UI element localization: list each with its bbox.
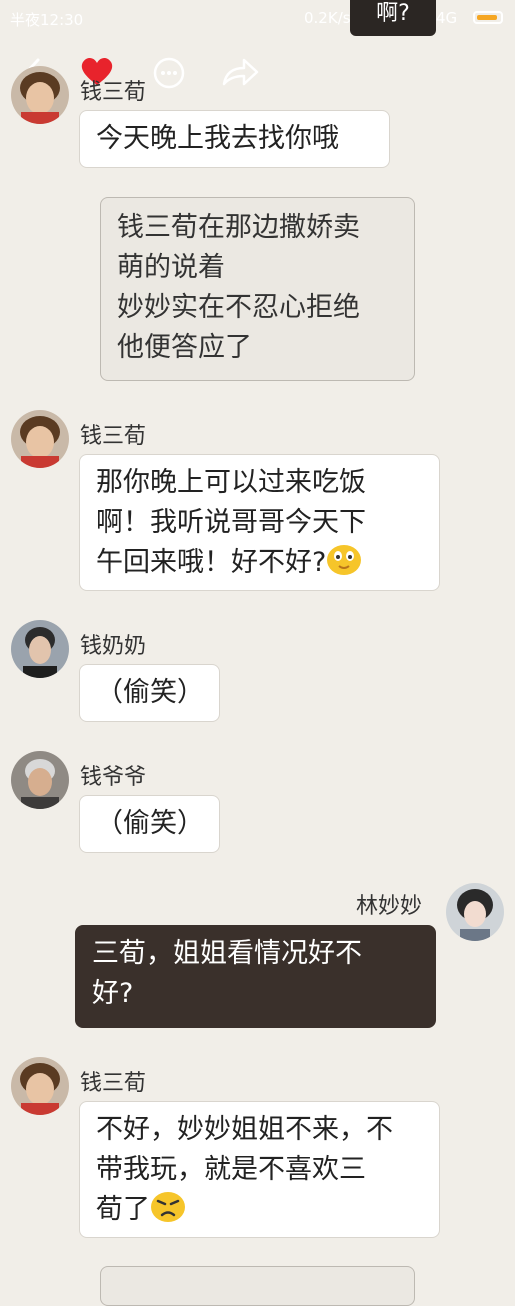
share-icon[interactable]: [220, 56, 260, 90]
message-line: 不好，妙妙姐姐不来，不: [96, 1114, 393, 1145]
message-bubble[interactable]: 今天晚上我去找你哦: [79, 110, 390, 168]
avatar[interactable]: [11, 1057, 69, 1115]
status-bar: 半夜12:30 0.2K/s 4G: [0, 0, 515, 36]
sad-emoji-icon: [151, 1192, 185, 1222]
message-line: 荀了: [96, 1194, 150, 1225]
message-line: 三荀，姐姐看情况好不: [92, 938, 362, 969]
message-text: （偷笑）: [96, 808, 204, 839]
more-icon[interactable]: [152, 56, 186, 90]
narration-line: 他便答应了: [117, 332, 252, 363]
narration-line: 钱三荀在那边撒娇卖: [117, 212, 360, 243]
message-line: 带我玩，就是不喜欢三: [96, 1154, 366, 1185]
message-text: 今天晚上我去找你哦: [96, 123, 339, 154]
message-line: 午回来哦！好不好?: [96, 547, 327, 578]
tooltip: 啊?: [350, 0, 436, 36]
speaker-name: 钱奶奶: [80, 634, 147, 659]
avatar[interactable]: [11, 751, 69, 809]
message-bubble[interactable]: 三荀，姐姐看情况好不 好?: [75, 925, 436, 1028]
speaker-name: 钱爷爷: [80, 765, 147, 790]
message-line: 那你晚上可以过来吃饭: [96, 467, 366, 498]
speaker-name: 钱三荀: [80, 424, 147, 449]
avatar[interactable]: [11, 410, 69, 468]
speaker-name: 钱三荀: [80, 80, 147, 105]
message-bubble[interactable]: 那你晚上可以过来吃饭 啊！我听说哥哥今天下 午回来哦！好不好?: [79, 454, 440, 591]
narration-line: 萌的说着: [117, 252, 225, 283]
battery-icon: [473, 11, 503, 24]
message-bubble[interactable]: 不好，妙妙姐姐不来，不 带我玩，就是不喜欢三 荀了: [79, 1101, 440, 1238]
network-speed: 0.2K/s: [304, 9, 351, 27]
status-time: 半夜12:30: [10, 11, 84, 29]
avatar[interactable]: [11, 620, 69, 678]
message-text: （偷笑）: [96, 677, 204, 708]
avatar[interactable]: [11, 66, 69, 124]
narration-line: 妙妙实在不忍心拒绝: [117, 292, 360, 323]
avatar[interactable]: [446, 883, 504, 941]
narration-box: 钱三荀在那边撒娇卖 萌的说着 妙妙实在不忍心拒绝 他便答应了: [100, 197, 415, 381]
message-line: 啊！我听说哥哥今天下: [96, 507, 366, 538]
speaker-name: 钱三荀: [80, 1071, 147, 1096]
network-type: 4G: [436, 9, 458, 27]
message-bubble[interactable]: （偷笑）: [79, 664, 220, 722]
message-line: 好?: [92, 978, 134, 1009]
message-bubble[interactable]: （偷笑）: [79, 795, 220, 853]
speaker-name: 林妙妙: [356, 894, 423, 919]
narration-box: [100, 1266, 415, 1306]
smile-emoji-icon: [327, 545, 362, 575]
